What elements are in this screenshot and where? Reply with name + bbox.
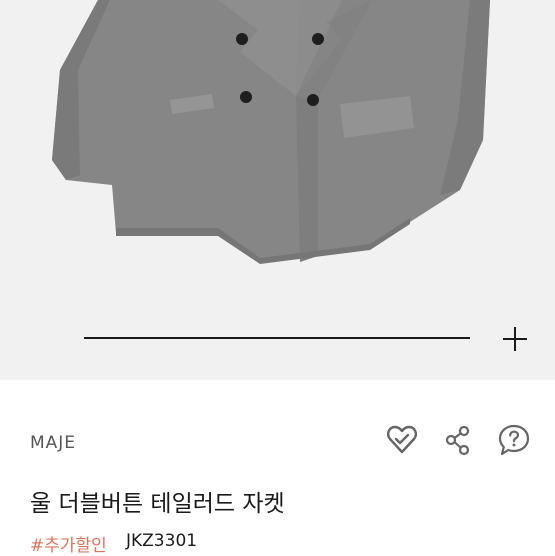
- discount-tag[interactable]: #추가할인: [30, 531, 107, 556]
- product-image-area[interactable]: [0, 0, 555, 380]
- jacket-image: [52, 0, 490, 264]
- heart-icon[interactable]: [385, 423, 419, 457]
- product-code: JKZ3301: [126, 531, 198, 551]
- share-icon[interactable]: [441, 423, 475, 457]
- brand-name[interactable]: MAJE: [30, 433, 76, 453]
- gallery-progress-bar[interactable]: [84, 337, 470, 339]
- plus-icon[interactable]: [500, 325, 530, 355]
- help-icon[interactable]: [497, 423, 531, 457]
- product-info: [0, 380, 555, 555]
- product-title: 울 더블버튼 테일러드 자켓: [30, 491, 285, 517]
